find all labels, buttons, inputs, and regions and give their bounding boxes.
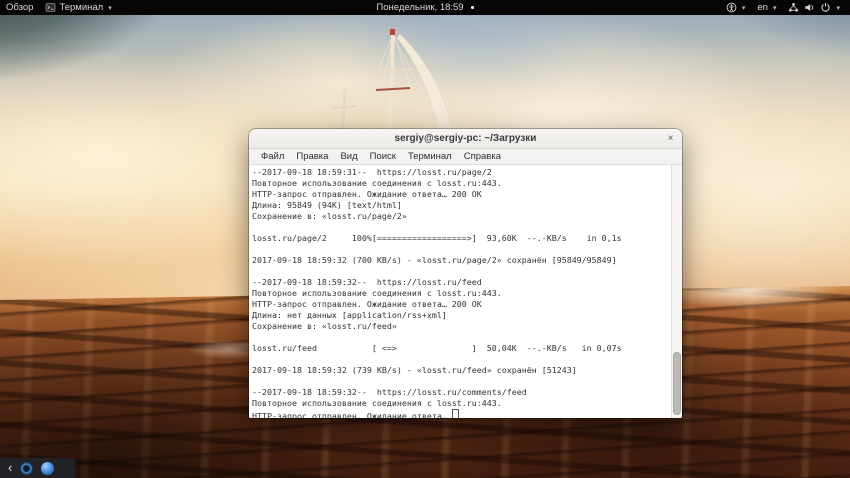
terminal-line: Длина: нет данных [application/rss+xml] [252, 310, 447, 320]
terminal-line: Повторное использование соединения с los… [252, 178, 502, 188]
app-menu-button[interactable]: Терминал ▾ [39, 0, 117, 15]
network-icon [789, 3, 799, 12]
terminal-line: HTTP-запрос отправлен. Ожидание ответа… … [252, 299, 482, 309]
terminal-cursor [451, 409, 459, 418]
top-bar: Обзор Терминал ▾ Понедельник, 18:59 ▾ en… [0, 0, 850, 15]
accessibility-icon [726, 2, 737, 13]
menu-item[interactable]: Поиск [365, 149, 401, 164]
prompt-text: HTTP-запрос отправлен. Ожидание ответа… [252, 411, 452, 418]
clock-label: Понедельник, 18:59 [376, 2, 464, 13]
terminal-line: losst.ru/page/2 100%[==================>… [252, 233, 622, 243]
menu-item[interactable]: Правка [291, 149, 333, 164]
terminal-window: sergiy@sergiy-pc: ~/Загрузки × Файл Правк… [249, 129, 682, 418]
menu-bar: Файл Правка Вид Поиск Терминал Справка [249, 149, 682, 165]
terminal-line: Сохранение в: «losst.ru/page/2» [252, 211, 407, 221]
volume-icon [805, 4, 814, 11]
chevron-down-icon: ▾ [836, 4, 840, 12]
terminal-line: HTTP-запрос отправлен. Ожидание ответа… … [252, 189, 482, 199]
sailboat-mast-image [331, 29, 455, 143]
clock-button[interactable]: Понедельник, 18:59 [370, 0, 479, 15]
terminal-lines: --2017-09-18 18:59:31-- https://losst.ru… [252, 167, 670, 409]
system-menu-button[interactable]: ▾ [782, 0, 846, 15]
window-title: sergiy@sergiy-pc: ~/Загрузки [394, 133, 537, 144]
terminal-line: Повторное использование соединения с los… [252, 398, 502, 408]
scrollbar[interactable] [671, 165, 682, 418]
chevron-down-icon: ▾ [741, 4, 746, 12]
menu-item[interactable]: Справка [459, 149, 506, 164]
terminal-line: losst.ru/feed [ <=> ] 50,04K --.-KB/s in… [252, 343, 622, 353]
terminal-line: Сохранение в: «losst.ru/feed» [252, 321, 397, 331]
bottom-dock: ‹ [0, 458, 75, 478]
menu-item[interactable]: Файл [256, 149, 289, 164]
terminal-line: 2017-09-18 18:59:32 (700 KB/s) - «losst.… [252, 255, 617, 265]
keyboard-layout-button[interactable]: en ▾ [751, 0, 782, 15]
scrollbar-thumb[interactable] [673, 352, 681, 415]
dock-app-icon-1[interactable] [20, 461, 34, 475]
keyboard-layout-label: en [757, 2, 768, 13]
terminal-line: Повторное использование соединения с los… [252, 288, 502, 298]
activities-button[interactable]: Обзор [0, 0, 39, 15]
chevron-down-icon: ▾ [772, 4, 777, 12]
terminal-line: 2017-09-18 18:59:32 (739 KB/s) - «losst.… [252, 365, 577, 375]
menu-item[interactable]: Терминал [403, 149, 457, 164]
terminal-line: --2017-09-18 18:59:32-- https://losst.ru… [252, 387, 527, 397]
top-bar-right: ▾ en ▾ ▾ [720, 0, 850, 15]
accessibility-menu-button[interactable]: ▾ [720, 0, 752, 15]
system-icons [788, 2, 831, 13]
dock-collapse-button[interactable]: ‹ [8, 459, 12, 477]
notification-dot [470, 6, 474, 9]
menu-item[interactable]: Вид [335, 149, 362, 164]
top-bar-left: Обзор Терминал ▾ [0, 0, 118, 15]
terminal-line: Длина: 95849 (94K) [text/html] [252, 200, 402, 210]
activities-label: Обзор [6, 2, 34, 13]
terminal-output-area[interactable]: --2017-09-18 18:59:31-- https://losst.ru… [249, 165, 682, 418]
terminal-line: --2017-09-18 18:59:31-- https://losst.ru… [252, 167, 492, 177]
power-icon [821, 3, 831, 12]
terminal-line: --2017-09-18 18:59:32-- https://losst.ru… [252, 277, 482, 287]
close-button[interactable]: × [664, 132, 677, 145]
dock-app-icon-2[interactable] [41, 461, 55, 475]
app-menu-label: Терминал [59, 2, 104, 13]
terminal-text: --2017-09-18 18:59:31-- https://losst.ru… [252, 167, 670, 418]
terminal-prompt-line: HTTP-запрос отправлен. Ожидание ответа… [252, 409, 670, 418]
terminal-app-icon [46, 3, 56, 12]
chevron-down-icon: ▾ [108, 4, 112, 12]
window-titlebar[interactable]: sergiy@sergiy-pc: ~/Загрузки × [249, 129, 682, 149]
desktop: Обзор Терминал ▾ Понедельник, 18:59 ▾ en… [0, 0, 850, 478]
